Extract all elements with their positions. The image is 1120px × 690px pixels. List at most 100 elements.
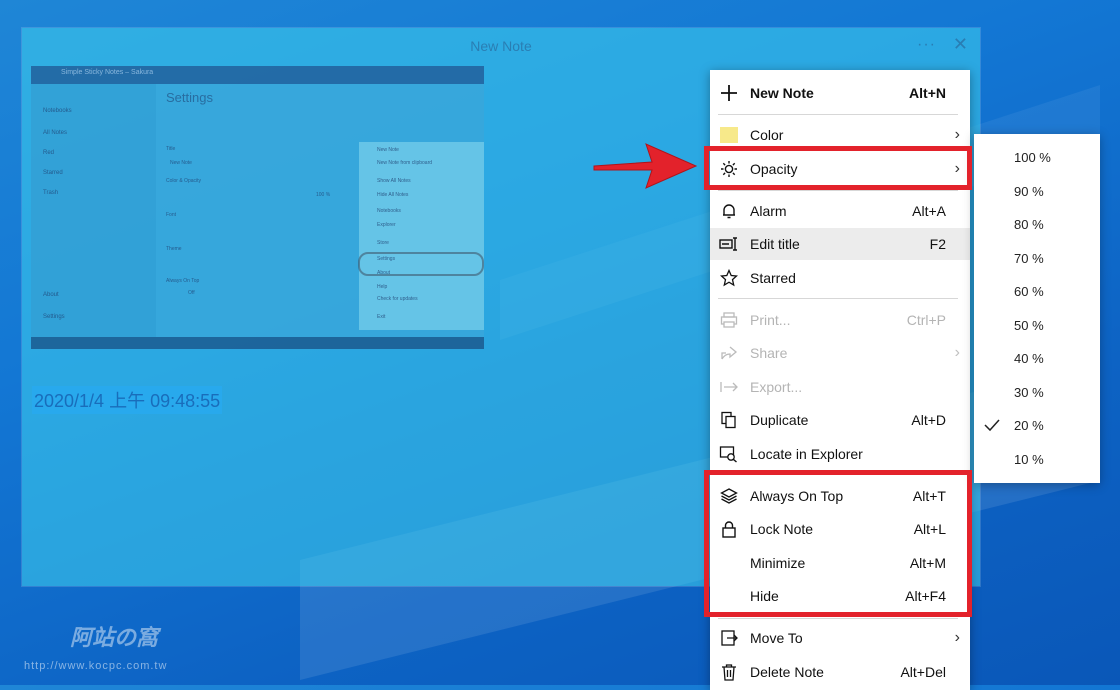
highlight-box-window-options <box>704 470 972 617</box>
checkmark-icon <box>984 419 1000 432</box>
opacity-option-label: 100 % <box>1014 150 1051 165</box>
embedded-settings-label: Font <box>166 212 177 218</box>
opacity-option[interactable]: 80 % <box>974 209 1100 239</box>
opacity-option[interactable]: 100 % <box>974 142 1100 172</box>
embedded-menu-item: Explorer <box>377 222 396 228</box>
menu-separator <box>718 618 958 619</box>
menu-item-label: Duplicate <box>750 412 809 428</box>
embedded-nav-item: Settings <box>43 314 65 320</box>
embedded-settings-heading: Settings <box>166 90 213 105</box>
embedded-nav-item: All Notes <box>43 130 68 136</box>
share-icon <box>718 342 740 364</box>
embedded-highlight-ring <box>358 252 484 276</box>
opacity-option-label: 80 % <box>1014 217 1044 232</box>
chevron-right-icon: › <box>954 344 960 361</box>
embedded-nav-item: About <box>43 292 59 298</box>
opacity-option-label: 50 % <box>1014 318 1044 333</box>
opacity-option-label: 60 % <box>1014 284 1044 299</box>
opacity-option-label: 70 % <box>1014 251 1044 266</box>
opacity-option[interactable]: 30 % <box>974 377 1100 407</box>
menu-item-label: Print... <box>750 312 791 328</box>
menu-item-alarm[interactable]: Alarm Alt+A <box>710 195 970 227</box>
menu-item-shortcut: Ctrl+P <box>906 312 946 328</box>
menu-item-move-to[interactable]: Move To › <box>710 622 970 654</box>
menu-item-label: Locate in Explorer <box>750 446 863 462</box>
menu-item-print[interactable]: Print... Ctrl+P <box>710 304 970 336</box>
watermark-url: http://www.kocpc.com.tw <box>24 660 168 672</box>
highlight-box-opacity <box>704 146 972 190</box>
opacity-option[interactable]: 50 % <box>974 310 1100 340</box>
opacity-option-label: 20 % <box>1014 418 1044 433</box>
menu-item-starred[interactable]: Starred <box>710 262 970 294</box>
menu-item-shortcut: Alt+Del <box>900 664 946 680</box>
opacity-option[interactable]: 70 % <box>974 243 1100 273</box>
chevron-right-icon: › <box>954 629 960 646</box>
red-arrow-icon <box>593 143 698 189</box>
close-icon[interactable]: ✕ <box>953 34 968 55</box>
more-options-icon[interactable]: ··· <box>917 36 936 54</box>
menu-item-label: Edit title <box>750 236 800 252</box>
edit-title-icon <box>718 233 740 255</box>
embedded-menu-item: Exit <box>377 314 386 320</box>
embedded-window-title: Simple Sticky Notes – Sakura <box>61 69 154 76</box>
menu-item-duplicate[interactable]: Duplicate Alt+D <box>710 404 970 436</box>
menu-item-label: New Note <box>750 85 814 101</box>
opacity-option-label: 30 % <box>1014 385 1044 400</box>
embedded-settings-label: Title <box>166 146 176 152</box>
embedded-nav-item: Notebooks <box>43 108 72 114</box>
embedded-context-menu: New Note New Note from clipboard Show Al… <box>359 142 484 330</box>
move-to-icon <box>718 627 740 649</box>
embedded-titlebar: Simple Sticky Notes – Sakura <box>31 66 484 84</box>
menu-item-edit-title[interactable]: Edit title F2 <box>710 228 970 260</box>
opacity-option[interactable]: 60 % <box>974 276 1100 306</box>
duplicate-icon <box>718 409 740 431</box>
opacity-option[interactable]: 40 % <box>974 343 1100 373</box>
watermark-logo: 阿站の窩 <box>70 625 159 650</box>
embedded-settings-label: New Note <box>170 160 192 166</box>
menu-item-new-note[interactable]: New Note Alt+N <box>710 77 970 109</box>
embedded-nav-item: Starred <box>43 170 63 176</box>
note-title: New Note <box>470 38 532 54</box>
menu-item-label: Export... <box>750 379 803 395</box>
embedded-menu-item: Help <box>377 284 388 290</box>
note-content-text[interactable]: 2020/1/4 上午 09:48:55 <box>32 386 223 414</box>
opacity-option[interactable]: 90 % <box>974 176 1100 206</box>
menu-item-label: Share <box>750 345 788 361</box>
menu-item-delete-note[interactable]: Delete Note Alt+Del <box>710 656 970 688</box>
bell-icon <box>718 200 740 222</box>
opacity-option-label: 10 % <box>1014 452 1044 467</box>
embedded-settings-label: Theme <box>166 246 182 252</box>
menu-item-share[interactable]: Share › <box>710 337 970 369</box>
embedded-menu-item: Show All Notes <box>377 178 411 184</box>
embedded-nav-item: Red <box>43 150 55 156</box>
menu-item-locate-in-explorer[interactable]: Locate in Explorer <box>710 438 970 470</box>
plus-icon <box>718 82 740 104</box>
menu-separator <box>718 114 958 115</box>
embedded-settings-label: Color & Opacity <box>166 178 202 184</box>
menu-item-shortcut: Alt+A <box>912 203 946 219</box>
color-swatch-icon <box>718 124 740 146</box>
printer-icon <box>718 309 740 331</box>
embedded-settings-label: Off <box>188 290 195 296</box>
embedded-screenshot: Simple Sticky Notes – Sakura Notebooks A… <box>31 66 484 349</box>
chevron-right-icon: › <box>954 126 960 143</box>
menu-item-shortcut: Alt+N <box>909 85 946 101</box>
star-icon <box>718 267 740 289</box>
menu-item-shortcut: F2 <box>929 236 946 252</box>
menu-separator <box>718 298 958 299</box>
embedded-menu-item: Check for updates <box>377 296 418 302</box>
menu-item-label: Alarm <box>750 203 787 219</box>
export-icon <box>718 376 740 398</box>
menu-item-label: Move To <box>750 630 803 646</box>
opacity-option-selected[interactable]: 20 % <box>974 410 1100 440</box>
trash-icon <box>718 661 740 683</box>
opacity-submenu: 100 % 90 % 80 % 70 % 60 % 50 % 40 % 30 %… <box>974 134 1100 483</box>
opacity-option-label: 40 % <box>1014 351 1044 366</box>
opacity-option[interactable]: 10 % <box>974 444 1100 474</box>
embedded-settings-label: 100 % <box>316 192 331 198</box>
menu-separator <box>718 190 958 191</box>
embedded-nav-item: Trash <box>43 190 59 196</box>
embedded-taskbar <box>31 337 484 349</box>
menu-item-label: Color <box>750 127 784 143</box>
menu-item-export[interactable]: Export... <box>710 371 970 403</box>
